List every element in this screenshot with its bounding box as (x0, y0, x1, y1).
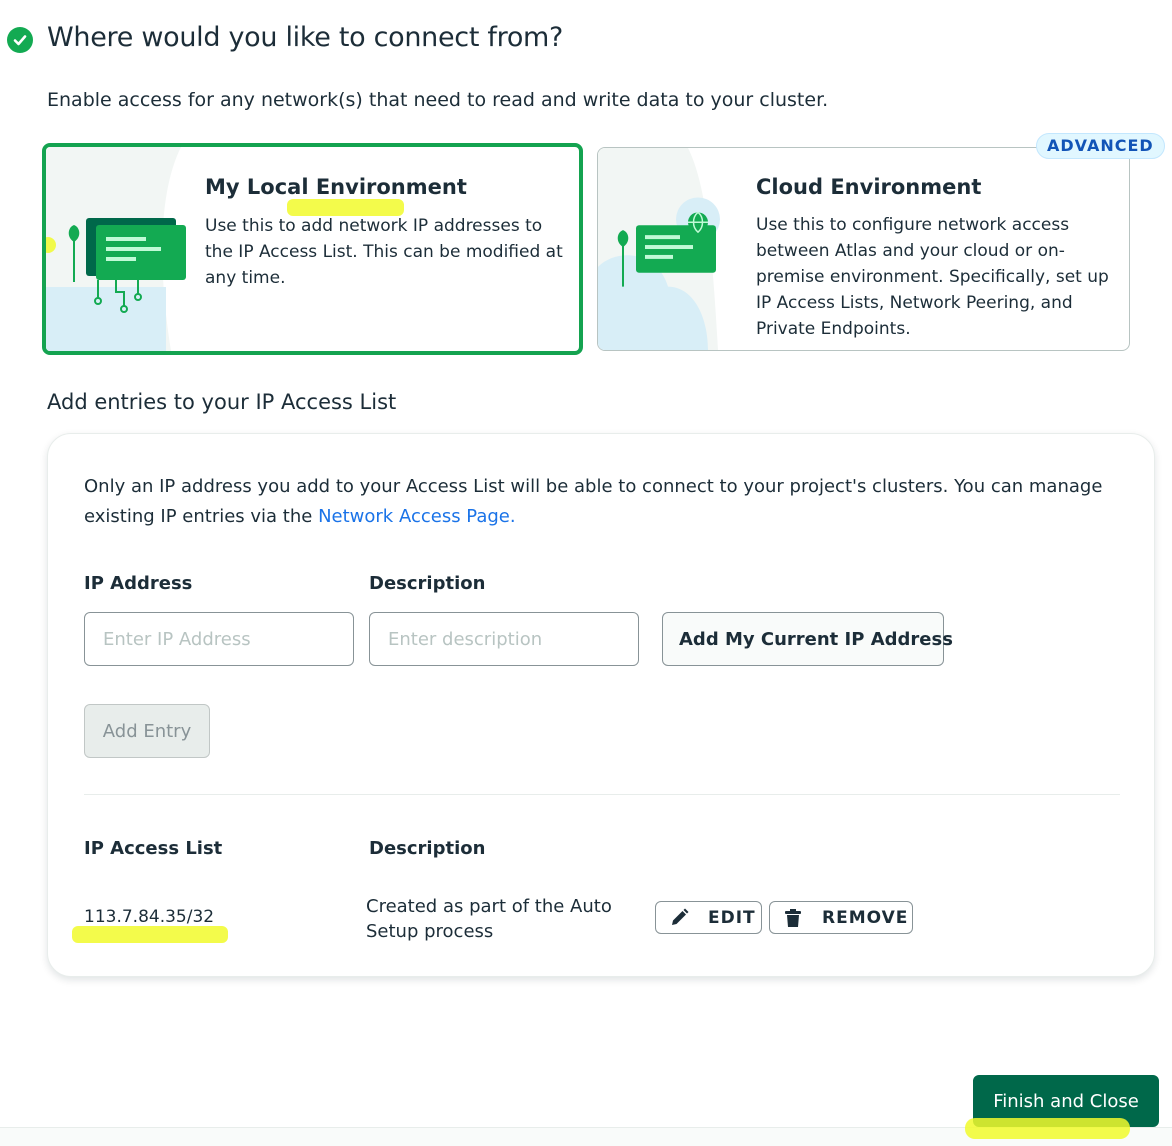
description-input[interactable] (369, 612, 639, 666)
network-access-page-link[interactable]: Network Access Page. (318, 506, 516, 527)
edit-entry-button[interactable]: EDIT (655, 901, 762, 934)
description-label: Description (369, 573, 486, 594)
access-list-info: Only an IP address you add to your Acces… (84, 472, 1124, 532)
description-column-header: Description (369, 838, 486, 859)
page-subtitle: Enable access for any network(s) that ne… (47, 89, 829, 111)
cloud-environment-illustration (598, 148, 720, 350)
highlight-mark (965, 1118, 1130, 1139)
local-environment-illustration (46, 147, 186, 351)
local-environment-description: Use this to add network IP addresses to … (205, 216, 563, 288)
ip-entry-description: Created as part of the Auto Setup proces… (366, 896, 612, 942)
local-environment-card[interactable]: My Local Environment Use this to add net… (42, 143, 583, 355)
ip-entry-value: 113.7.84.35/32 (84, 907, 215, 927)
add-current-ip-button[interactable]: Add My Current IP Address (662, 612, 953, 666)
ip-address-label: IP Address (84, 573, 193, 594)
ip-access-list-panel: Only an IP address you add to your Acces… (47, 433, 1155, 977)
ip-address-input[interactable] (84, 612, 354, 666)
remove-label: REMOVE (822, 907, 909, 928)
highlight-mark (72, 926, 228, 943)
page-title: Where would you like to connect from? (47, 22, 564, 53)
ip-access-list-header: IP Access List (84, 838, 223, 859)
access-list-info-text: Only an IP address you add to your Acces… (84, 476, 1103, 527)
cloud-environment-card[interactable]: Cloud Environment Use this to configure … (597, 147, 1130, 351)
section-title: Add entries to your IP Access List (47, 390, 397, 414)
pencil-icon (666, 905, 692, 931)
local-environment-title: My Local Environment (205, 175, 467, 199)
advanced-badge: ADVANCED (1036, 133, 1165, 159)
remove-entry-button[interactable]: REMOVE (769, 901, 913, 934)
edit-label: EDIT (708, 907, 756, 928)
divider (84, 794, 1120, 795)
add-entry-button[interactable]: Add Entry (84, 704, 210, 758)
success-check-icon (7, 27, 33, 53)
cloud-environment-description: Use this to configure network access bet… (756, 215, 1109, 339)
trash-icon (780, 905, 806, 931)
cloud-environment-title: Cloud Environment (756, 175, 982, 199)
